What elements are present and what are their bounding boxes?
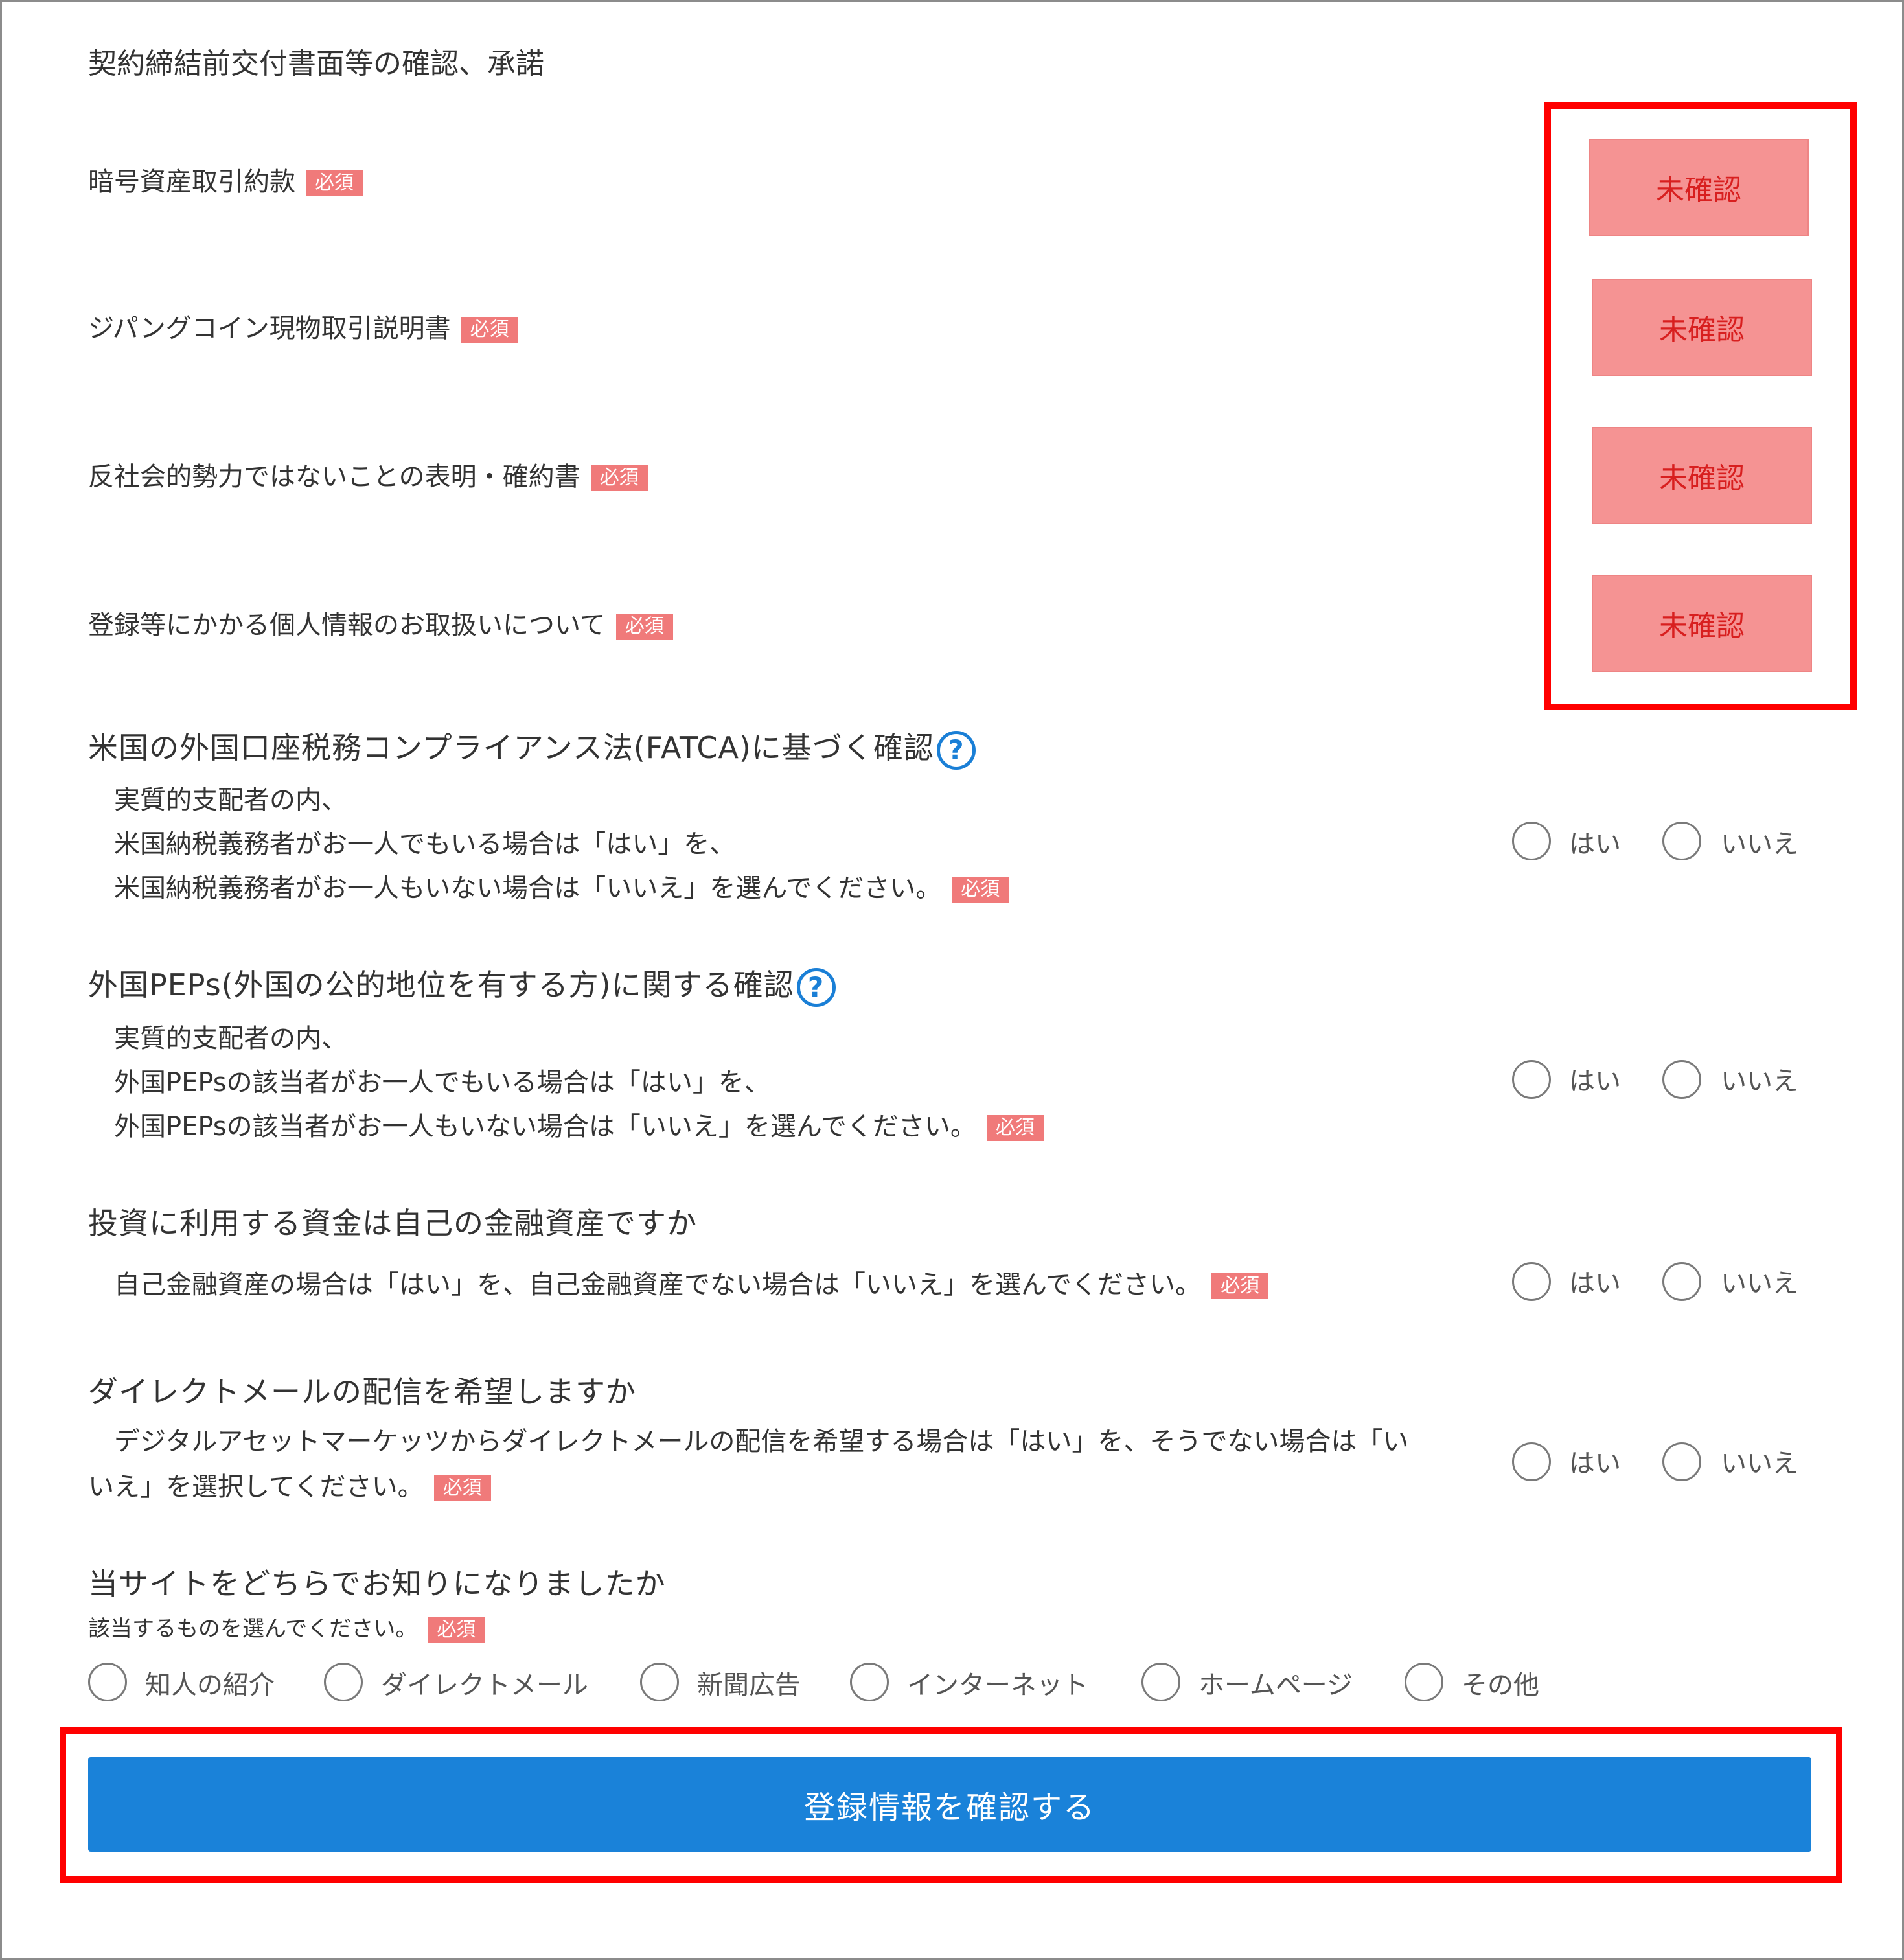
required-badge: 必須 [590, 465, 648, 491]
peps-line-3: 外国PEPsの該当者がお一人もいない場合は「いいえ」を選んでください。 必須 [114, 1105, 1044, 1143]
peps-yes-radio[interactable] [1512, 1060, 1551, 1099]
fatca-line-3: 米国納税義務者がお一人もいない場合は「いいえ」を選んでください。 必須 [114, 867, 1009, 905]
source-note-text: 該当するものを選んでください。 [88, 1616, 418, 1642]
peps-line-2: 外国PEPsの該当者がお一人でもいる場合は「はい」を、 [114, 1068, 770, 1098]
fatca-line-3-text: 米国納税義務者がお一人もいない場合は「いいえ」を選んでください。 [114, 873, 942, 903]
required-badge: 必須 [306, 170, 363, 196]
fatca-no-radio[interactable] [1662, 822, 1701, 860]
source-option-radio-homepage[interactable] [1141, 1663, 1180, 1701]
source-note: 該当するものを選んでください。 必須 [88, 1611, 485, 1643]
required-badge: 必須 [615, 614, 673, 640]
funds-no-radio[interactable] [1662, 1262, 1701, 1301]
doc-label-personal-info: 登録等にかかる個人情報のお取扱いについて 必須 [88, 604, 673, 641]
doc-label-anti-social-declaration: 反社会的勢力ではないことの表明・確約書 必須 [88, 455, 648, 493]
source-option-radio-internet[interactable] [850, 1663, 889, 1701]
funds-line-1: 自己金融資産の場合は「はい」を、自己金融資産でない場合は「いいえ」を選んでくださ… [114, 1263, 1268, 1301]
dm-line-2: いえ」を選択してください。 必須 [88, 1466, 491, 1503]
dm-yes-label[interactable]: はい [1569, 1442, 1621, 1480]
peps-no-label[interactable]: いいえ [1721, 1060, 1798, 1098]
peps-title: 外国PEPs(外国の公的地位を有する方)に関する確認? [88, 962, 836, 1007]
dm-line-2-text: いえ」を選択してください。 [88, 1472, 424, 1502]
funds-yes-radio[interactable] [1512, 1262, 1551, 1301]
required-badge: 必須 [433, 1475, 491, 1501]
required-badge: 必須 [986, 1115, 1044, 1141]
fatca-yes-label[interactable]: はい [1569, 823, 1621, 860]
doc-label-text: 反社会的勢力ではないことの表明・確約書 [88, 462, 580, 492]
dm-line-1: デジタルアセットマーケッツからダイレクトメールの配信を希望する場合は「はい」を、… [114, 1427, 1409, 1457]
dm-no-label[interactable]: いいえ [1721, 1442, 1798, 1480]
source-option-label-direct-mail[interactable]: ダイレクトメール [381, 1664, 588, 1701]
required-badge: 必須 [1211, 1273, 1268, 1299]
peps-line-1: 実質的支配者の内、 [114, 1024, 347, 1054]
confirm-button-personal-info[interactable]: 未確認 [1592, 575, 1812, 672]
doc-label-text: 登録等にかかる個人情報のお取扱いについて [88, 610, 606, 640]
doc-label-text: ジパングコイン現物取引説明書 [88, 314, 451, 343]
source-option-label-homepage[interactable]: ホームページ [1199, 1664, 1353, 1701]
dm-no-radio[interactable] [1662, 1442, 1701, 1481]
funds-line-1-text: 自己金融資産の場合は「はい」を、自己金融資産でない場合は「いいえ」を選んでくださ… [114, 1270, 1201, 1300]
confirm-button-zipangcoin-explanation[interactable]: 未確認 [1592, 279, 1812, 376]
doc-label-trading-terms: 暗号資産取引約款 必須 [88, 161, 363, 198]
required-badge: 必須 [428, 1617, 485, 1643]
dm-title: ダイレクトメールの配信を希望しますか [88, 1374, 636, 1409]
funds-title: 投資に利用する資金は自己の金融資産ですか [88, 1206, 697, 1241]
fatca-yes-radio[interactable] [1512, 822, 1551, 860]
dm-yes-radio[interactable] [1512, 1442, 1551, 1481]
peps-line-3-text: 外国PEPsの該当者がお一人もいない場合は「いいえ」を選んでください。 [114, 1112, 976, 1142]
source-option-radio-other[interactable] [1405, 1663, 1443, 1701]
confirm-button-trading-terms[interactable]: 未確認 [1589, 139, 1809, 236]
fatca-title-text: 米国の外国口座税務コンプライアンス法(FATCA)に基づく確認 [88, 730, 934, 765]
source-option-label-acquaintance[interactable]: 知人の紹介 [145, 1664, 275, 1701]
source-option-radio-direct-mail[interactable] [324, 1663, 363, 1701]
funds-yes-label[interactable]: はい [1569, 1262, 1621, 1300]
peps-title-text: 外国PEPs(外国の公的地位を有する方)に関する確認 [88, 967, 794, 1002]
source-option-radio-acquaintance[interactable] [88, 1663, 127, 1701]
required-badge: 必須 [952, 877, 1009, 903]
required-badge: 必須 [461, 317, 518, 343]
funds-no-label[interactable]: いいえ [1721, 1262, 1798, 1300]
peps-yes-label[interactable]: はい [1569, 1060, 1621, 1098]
confirm-button-anti-social-declaration[interactable]: 未確認 [1592, 427, 1812, 524]
section-title: 契約締結前交付書面等の確認、承諾 [88, 47, 544, 80]
source-option-label-internet[interactable]: インターネット [907, 1664, 1088, 1701]
help-icon[interactable]: ? [936, 730, 976, 770]
fatca-title: 米国の外国口座税務コンプライアンス法(FATCA)に基づく確認? [88, 724, 976, 770]
source-option-radio-newspaper[interactable] [640, 1663, 679, 1701]
fatca-no-label[interactable]: いいえ [1721, 823, 1798, 860]
fatca-line-2: 米国納税義務者がお一人でもいる場合は「はい」を、 [114, 829, 736, 859]
doc-label-text: 暗号資産取引約款 [88, 167, 295, 197]
source-option-label-newspaper[interactable]: 新聞広告 [697, 1664, 801, 1701]
source-title: 当サイトをどちらでお知りになりましたか [88, 1566, 666, 1601]
fatca-line-1: 実質的支配者の内、 [114, 785, 347, 815]
source-option-label-other[interactable]: その他 [1462, 1664, 1539, 1701]
peps-no-radio[interactable] [1662, 1060, 1701, 1099]
confirm-registration-button[interactable]: 登録情報を確認する [88, 1757, 1811, 1852]
doc-label-zipangcoin-explanation: ジパングコイン現物取引説明書 必須 [88, 307, 518, 345]
help-icon[interactable]: ? [796, 967, 836, 1007]
